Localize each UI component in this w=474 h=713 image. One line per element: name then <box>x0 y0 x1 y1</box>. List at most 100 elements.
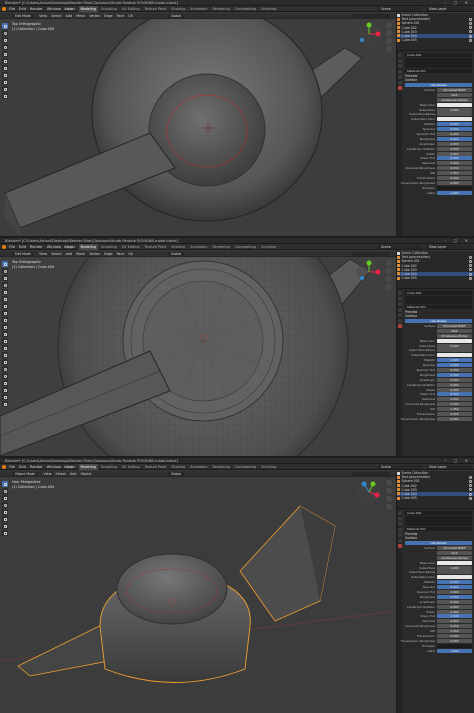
world-tab-icon[interactable] <box>397 307 402 312</box>
prop-value-field[interactable]: 0.000 <box>437 343 472 348</box>
smooth-icon[interactable] <box>2 373 8 379</box>
prop-value-field[interactable]: 0.030 <box>437 166 472 171</box>
prop-value-field[interactable]: 0.000 <box>437 368 472 373</box>
prop-value-field[interactable]: 1.450 <box>437 629 472 634</box>
tab-sculpting[interactable]: Sculpting <box>99 6 119 12</box>
prop-value-field[interactable]: 0.000 <box>437 619 472 624</box>
edge-slide-icon[interactable] <box>2 380 8 386</box>
scene-tab-icon[interactable] <box>397 302 402 306</box>
vp-menu-mesh[interactable]: Mesh <box>76 14 85 18</box>
material-slot-list[interactable] <box>405 296 472 304</box>
view-layer-selector[interactable]: View Layer <box>426 465 472 469</box>
3d-viewport[interactable]: Edit Mode View Select Add Mesh Vertex Edge Fac… <box>0 251 396 456</box>
add-cube-icon[interactable] <box>2 317 8 323</box>
extrude-icon[interactable] <box>2 86 8 92</box>
camera-icon[interactable] <box>386 496 392 502</box>
menu-edit[interactable]: Edit <box>19 465 26 469</box>
prop-value-field[interactable] <box>437 575 472 580</box>
knife-icon[interactable] <box>2 352 8 358</box>
tab-compositing[interactable]: Compositing <box>233 464 258 470</box>
pan-icon[interactable] <box>386 488 392 494</box>
prop-value-field[interactable]: 1.450 <box>437 407 472 412</box>
loop-cut-icon[interactable] <box>2 345 8 351</box>
cursor-icon[interactable] <box>2 268 8 274</box>
scene-selector[interactable]: Scene <box>378 465 422 469</box>
prop-value-field[interactable]: 0.000 <box>437 387 472 392</box>
tab-rendering[interactable]: Rendering <box>210 464 231 470</box>
mode-selector[interactable]: Edit Mode <box>12 14 34 18</box>
vp-menu-uv[interactable]: UV <box>128 14 133 18</box>
prop-value-field[interactable]: 0.000 <box>437 609 472 614</box>
prop-value-field[interactable] <box>437 117 472 122</box>
prop-value-field[interactable]: 0.000 <box>437 141 472 146</box>
prop-value-field[interactable]: 0.000 <box>437 358 472 363</box>
vp-menu-add[interactable]: Add <box>66 252 73 256</box>
tab-uv-editing[interactable]: UV Editing <box>120 464 142 470</box>
prop-value-field[interactable]: 0.000 <box>437 634 472 639</box>
object-name-field[interactable]: Cube.004 <box>405 53 472 57</box>
prop-value-field[interactable] <box>437 643 472 648</box>
shading-buttons[interactable] <box>352 14 390 18</box>
tab-texture-paint[interactable]: Texture Paint <box>143 244 169 250</box>
prop-value-field[interactable]: 0.000 <box>437 151 472 156</box>
eye-icon[interactable] <box>469 259 472 263</box>
outliner-row[interactable]: Cube.005 <box>397 276 474 280</box>
vp-menu-face[interactable]: Face <box>117 252 125 256</box>
extrude-icon[interactable] <box>2 324 8 330</box>
rip-icon[interactable] <box>2 401 8 407</box>
prop-value-field[interactable]: 0.500 <box>437 127 472 132</box>
menu-render[interactable]: Render <box>30 465 43 469</box>
cursor-icon[interactable] <box>2 488 8 494</box>
distribution-select[interactable]: GGX <box>437 328 472 333</box>
object-tab-icon[interactable] <box>397 313 402 317</box>
distribution-select[interactable]: GGX <box>437 550 472 555</box>
tab-animation[interactable]: Animation <box>188 464 209 470</box>
material-name-field[interactable]: Material.001 <box>405 527 472 531</box>
tab-layout[interactable]: Layout <box>62 464 78 470</box>
tab-layout[interactable]: Layout <box>62 6 78 12</box>
transform-icon[interactable] <box>2 516 8 522</box>
prop-value-field[interactable]: 0.030 <box>437 624 472 629</box>
pan-icon[interactable] <box>386 268 392 274</box>
use-nodes-button[interactable]: Use Nodes <box>405 83 472 87</box>
tab-shading[interactable]: Shading <box>169 464 187 470</box>
render-tab-icon[interactable] <box>397 53 402 57</box>
transform-icon[interactable] <box>2 296 8 302</box>
zoom-icon[interactable] <box>386 480 392 486</box>
scene-tab-icon[interactable] <box>397 64 402 68</box>
material-name-field[interactable]: Material.001 <box>405 69 472 73</box>
ortho-toggle-icon[interactable] <box>386 46 392 52</box>
prop-value-field[interactable] <box>437 348 472 353</box>
prop-value-field[interactable] <box>437 560 472 565</box>
menu-render[interactable]: Render <box>30 245 43 249</box>
vp-menu-add[interactable]: Add <box>66 14 73 18</box>
orientation-selector[interactable]: Global <box>168 252 185 256</box>
rotate-icon[interactable] <box>2 282 8 288</box>
tab-texture-paint[interactable]: Texture Paint <box>143 464 169 470</box>
prop-value-field[interactable]: 0.000 <box>437 180 472 185</box>
vp-menu-vertex[interactable]: Vertex <box>89 14 100 18</box>
subsurface-method-select[interactable]: Christensen-Burley <box>437 333 472 338</box>
tab-rendering[interactable]: Rendering <box>210 6 231 12</box>
navigation-gizmo-icon[interactable] <box>356 21 382 47</box>
modifier-tab-icon[interactable] <box>397 318 402 323</box>
menu-window[interactable]: Window <box>47 465 61 469</box>
output-tab-icon[interactable] <box>397 516 402 521</box>
object-name-field[interactable]: Cube.004 <box>405 291 472 295</box>
prop-value-field[interactable]: 0.000 <box>437 382 472 387</box>
menu-file[interactable]: File <box>9 465 15 469</box>
measure-icon[interactable] <box>2 310 8 316</box>
vp-menu-edge[interactable]: Edge <box>104 14 113 18</box>
prop-value-field[interactable]: 0.000 <box>437 377 472 382</box>
vp-menu-view[interactable]: View <box>39 14 47 18</box>
bevel-icon[interactable] <box>2 338 8 344</box>
object-tab-icon[interactable] <box>397 75 402 79</box>
tab-layout[interactable]: Layout <box>62 244 78 250</box>
object-tab-icon[interactable] <box>397 533 402 537</box>
scale-icon[interactable] <box>2 509 8 515</box>
rotate-icon[interactable] <box>2 44 8 50</box>
eye-icon[interactable] <box>469 492 472 496</box>
vp-menu-view[interactable]: View <box>43 472 51 476</box>
prop-value-field[interactable] <box>437 338 472 343</box>
world-tab-icon[interactable] <box>397 527 402 532</box>
